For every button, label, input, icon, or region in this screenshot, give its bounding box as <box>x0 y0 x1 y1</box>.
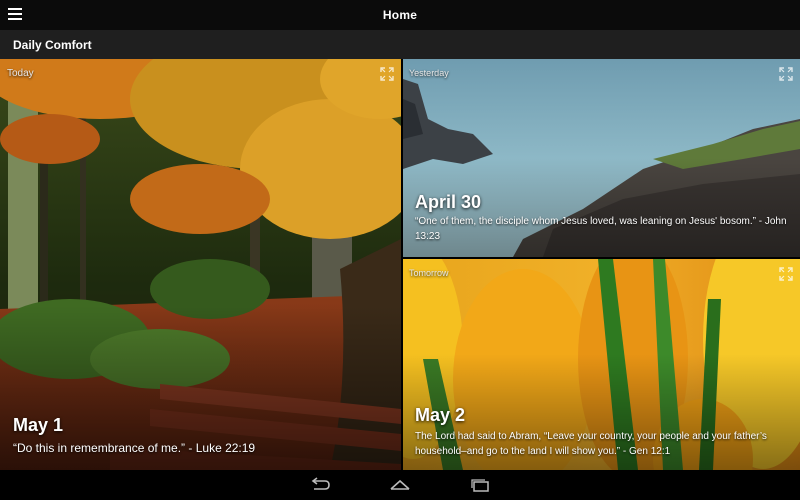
page-title: Home <box>382 8 418 22</box>
tile-verse: “One of them, the disciple whom Jesus lo… <box>415 216 787 242</box>
tile-day-label: Today <box>7 68 34 79</box>
recents-icon[interactable] <box>468 476 492 494</box>
home-icon[interactable] <box>388 476 412 494</box>
autumn-park-image <box>0 59 401 470</box>
expand-icon[interactable] <box>380 67 394 81</box>
tile-date: May 1 <box>13 415 64 435</box>
system-nav-bar <box>0 470 800 500</box>
tile-date: May 2 <box>415 405 466 425</box>
back-icon[interactable] <box>308 476 332 494</box>
tile-tomorrow[interactable]: Tomorrow May 2 The Lord had said to Abra… <box>403 259 800 470</box>
tile-verse: The Lord had said to Abram, “Leave your … <box>415 431 767 457</box>
tile-day-label: Yesterday <box>409 68 449 78</box>
expand-icon[interactable] <box>779 67 793 81</box>
tile-verse: “Do this in remembrance of me.” - Luke 2… <box>13 441 256 455</box>
tile-yesterday[interactable]: Yesterday April 30 “One of them, the dis… <box>403 59 800 257</box>
tile-today[interactable]: Today May 1 “Do this in remembrance of m… <box>0 59 401 470</box>
section-title: Daily Comfort <box>13 38 92 52</box>
action-bar: Home <box>0 0 800 30</box>
tile-date: April 30 <box>415 192 482 212</box>
tile-day-label: Tomorrow <box>409 268 449 278</box>
section-header: Daily Comfort <box>0 30 800 59</box>
expand-icon[interactable] <box>779 267 793 281</box>
